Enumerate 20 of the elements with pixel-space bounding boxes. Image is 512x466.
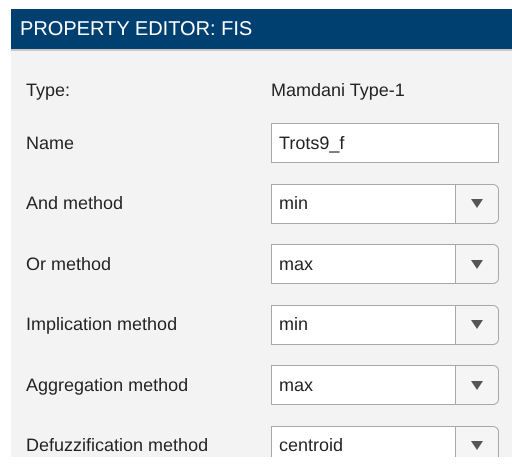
dropdown[interactable]: min — [271, 304, 499, 345]
caret-icon — [471, 441, 483, 450]
panel-title: PROPERTY EDITOR: FIS — [20, 18, 252, 40]
property-label: Name — [26, 132, 76, 154]
property-label: Type: — [26, 80, 72, 100]
property-label: Or method — [26, 254, 112, 275]
caret-icon — [471, 380, 483, 390]
property-label: Defuzzification method — [26, 435, 210, 456]
property-value: Mamdani Type-1 — [271, 80, 405, 100]
caret-icon — [471, 260, 483, 269]
caret-icon — [471, 320, 483, 330]
property-label: Aggregation method — [26, 374, 190, 396]
dropdown[interactable]: max — [271, 244, 499, 284]
dropdown[interactable]: centroid — [271, 426, 499, 457]
property-label: And method — [26, 193, 124, 214]
name-field[interactable]: Trots9_f — [271, 123, 499, 164]
dropdown[interactable]: max — [271, 365, 499, 406]
caret-icon — [471, 199, 483, 208]
dropdown[interactable]: min — [271, 184, 499, 224]
property-label: Implication method — [26, 314, 178, 336]
